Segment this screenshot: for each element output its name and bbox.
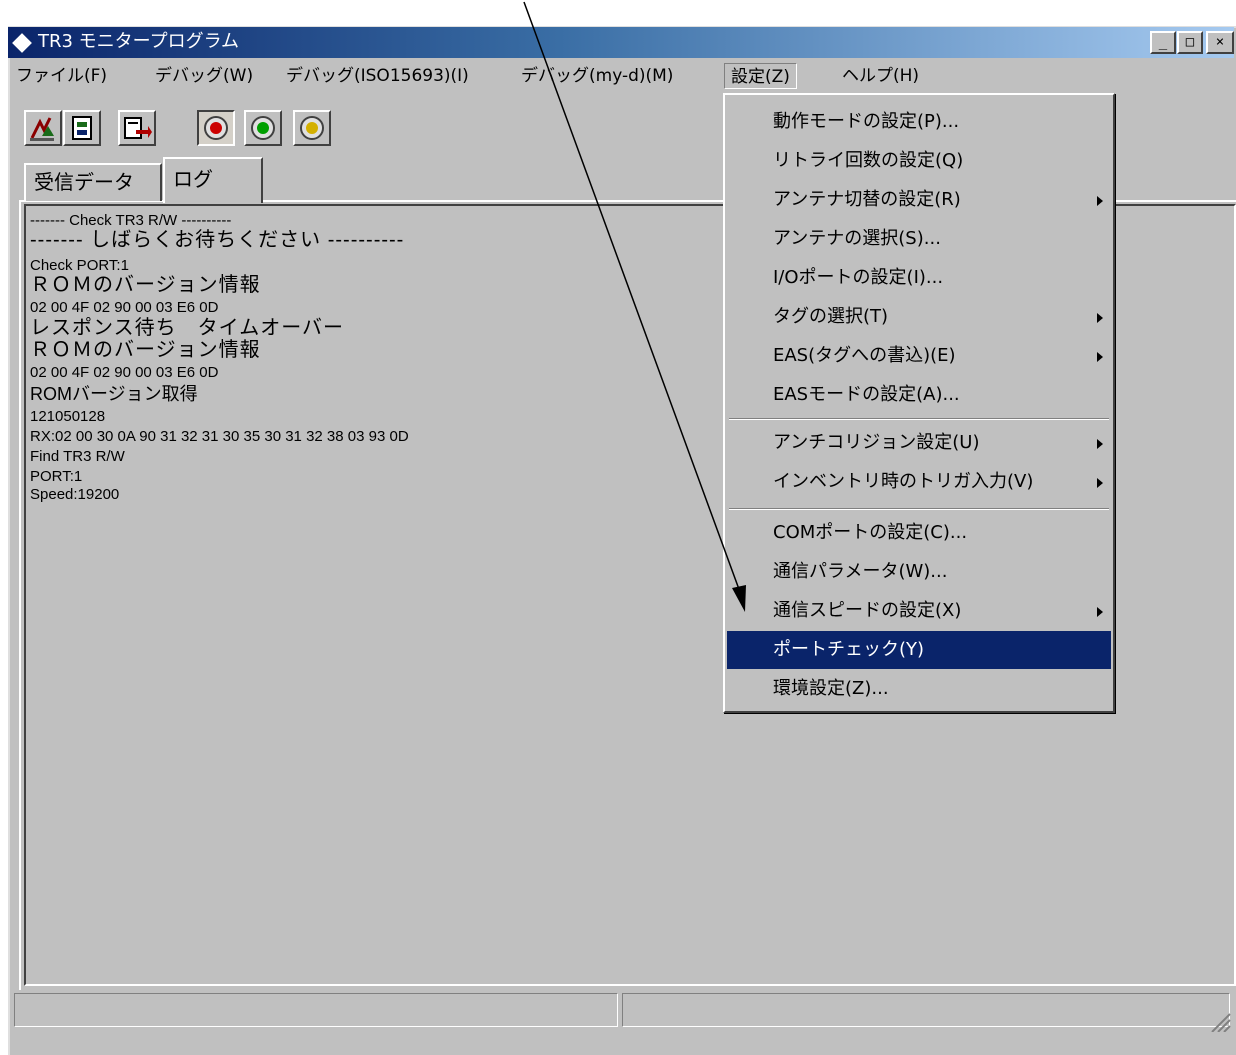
submenu-arrow-icon: [1097, 607, 1103, 617]
submenu-arrow-icon: [1097, 196, 1103, 206]
log-line: Check PORT:1: [30, 257, 129, 274]
green-lamp-icon[interactable]: [244, 110, 282, 146]
log-line: ＲＯＭのバージョン情報: [30, 274, 261, 296]
menu-item-label: 環境設定(Z)...: [773, 678, 889, 699]
menu-item-label: EAS(タグへの書込)(E): [773, 345, 956, 366]
log-line: ROMバージョン取得: [30, 384, 198, 404]
menu-item-retry-count[interactable]: リトライ回数の設定(Q): [727, 142, 1111, 180]
log-line: 121050128: [30, 408, 106, 425]
maximize-button[interactable]: □: [1177, 31, 1203, 54]
menu-item-label: インベントリ時のトリガ入力(V): [773, 471, 1034, 492]
menu-item-environment[interactable]: 環境設定(Z)...: [727, 670, 1111, 708]
menu-item-io-port[interactable]: I/Oポートの設定(I)...: [727, 259, 1111, 297]
menu-item-operation-mode[interactable]: 動作モードの設定(P)...: [727, 103, 1111, 141]
menu-item-eas-mode[interactable]: EASモードの設定(A)...: [727, 376, 1111, 414]
log-line: 02 00 4F 02 90 00 03 E6 0D: [30, 299, 219, 316]
menu-item-label: COMポートの設定(C)...: [773, 522, 968, 543]
menu-separator: [729, 418, 1109, 420]
menu-item-label: アンテナの選択(S)...: [773, 228, 941, 249]
log-line: PORT:1: [30, 468, 83, 485]
minimize-button[interactable]: _: [1150, 31, 1176, 54]
status-pane-left: [14, 993, 618, 1027]
menu-help[interactable]: ヘルプ(H): [842, 60, 919, 92]
submenu-arrow-icon: [1097, 478, 1103, 488]
menu-item-inventory-trigger[interactable]: インベントリ時のトリガ入力(V): [727, 463, 1111, 501]
menu-debug-iso15693[interactable]: デバッグ(ISO15693)(I): [286, 60, 469, 92]
menu-item-com-port[interactable]: COMポートの設定(C)...: [727, 514, 1111, 552]
export-tool-icon[interactable]: [118, 110, 156, 146]
menu-item-comm-params[interactable]: 通信パラメータ(W)...: [727, 553, 1111, 591]
menu-file[interactable]: ファイル(F): [16, 60, 107, 92]
status-pane-right: [622, 993, 1230, 1027]
menu-item-port-check[interactable]: ポートチェック(Y): [727, 631, 1111, 669]
menu-settings[interactable]: 設定(Z): [724, 63, 797, 89]
log-line: RX:02 00 30 0A 90 31 32 31 30 35 30 31 3…: [30, 428, 409, 445]
menu-separator: [729, 508, 1109, 510]
log-line: レスポンス待ち タイムオーバー: [30, 317, 344, 339]
antenna-tool-icon[interactable]: [24, 110, 62, 146]
menu-item-label: 通信パラメータ(W)...: [773, 561, 948, 582]
menu-item-label: 通信スピードの設定(X): [773, 600, 962, 621]
submenu-arrow-icon: [1097, 439, 1103, 449]
close-button[interactable]: ×: [1206, 31, 1234, 54]
menu-item-comm-speed[interactable]: 通信スピードの設定(X): [727, 592, 1111, 630]
window-title: TR3 モニタープログラム: [38, 31, 240, 52]
log-line: Speed:19200: [30, 486, 120, 503]
menu-item-label: 動作モードの設定(P)...: [773, 111, 960, 132]
menu-item-anticollision[interactable]: アンチコリジョン設定(U): [727, 424, 1111, 462]
tab-received-data[interactable]: 受信データ: [24, 163, 162, 201]
menu-item-label: リトライ回数の設定(Q): [773, 150, 964, 171]
menu-bar: ファイル(F) デバッグ(W) デバッグ(ISO15693)(I) デバッグ(m…: [10, 60, 1234, 92]
yellow-lamp-icon[interactable]: [293, 110, 331, 146]
menu-item-label: タグの選択(T): [773, 306, 889, 327]
menu-item-label: ポートチェック(Y): [773, 639, 925, 660]
menu-item-label: EASモードの設定(A)...: [773, 384, 960, 405]
menu-item-antenna-select[interactable]: アンテナの選択(S)...: [727, 220, 1111, 258]
log-line: ＲＯＭのバージョン情報: [30, 339, 261, 361]
red-lamp-icon[interactable]: [197, 110, 235, 146]
menu-debug[interactable]: デバッグ(W): [155, 60, 253, 92]
log-line: ------- しばらくお待ちください ----------: [30, 229, 405, 251]
menu-item-label: I/Oポートの設定(I)...: [773, 267, 944, 288]
menu-item-antenna-switch[interactable]: アンテナ切替の設定(R): [727, 181, 1111, 219]
panel-tool-icon[interactable]: [63, 110, 101, 146]
submenu-arrow-icon: [1097, 352, 1103, 362]
resize-grip-icon[interactable]: [1208, 1010, 1232, 1032]
menu-item-eas-write[interactable]: EAS(タグへの書込)(E): [727, 337, 1111, 375]
tab-log[interactable]: ログ: [163, 157, 263, 203]
log-line: 02 00 4F 02 90 00 03 E6 0D: [30, 364, 219, 381]
menu-item-label: アンテナ切替の設定(R): [773, 189, 961, 210]
log-line: Find TR3 R/W: [30, 448, 125, 465]
menu-debug-my-d[interactable]: デバッグ(my-d)(M): [521, 60, 673, 92]
log-line: ------- Check TR3 R/W ----------: [30, 212, 232, 229]
settings-dropdown-menu: 動作モードの設定(P)... リトライ回数の設定(Q) アンテナ切替の設定(R)…: [723, 93, 1115, 713]
menu-item-label: アンチコリジョン設定(U): [773, 432, 980, 453]
submenu-arrow-icon: [1097, 313, 1103, 323]
menu-item-tag-select[interactable]: タグの選択(T): [727, 298, 1111, 336]
